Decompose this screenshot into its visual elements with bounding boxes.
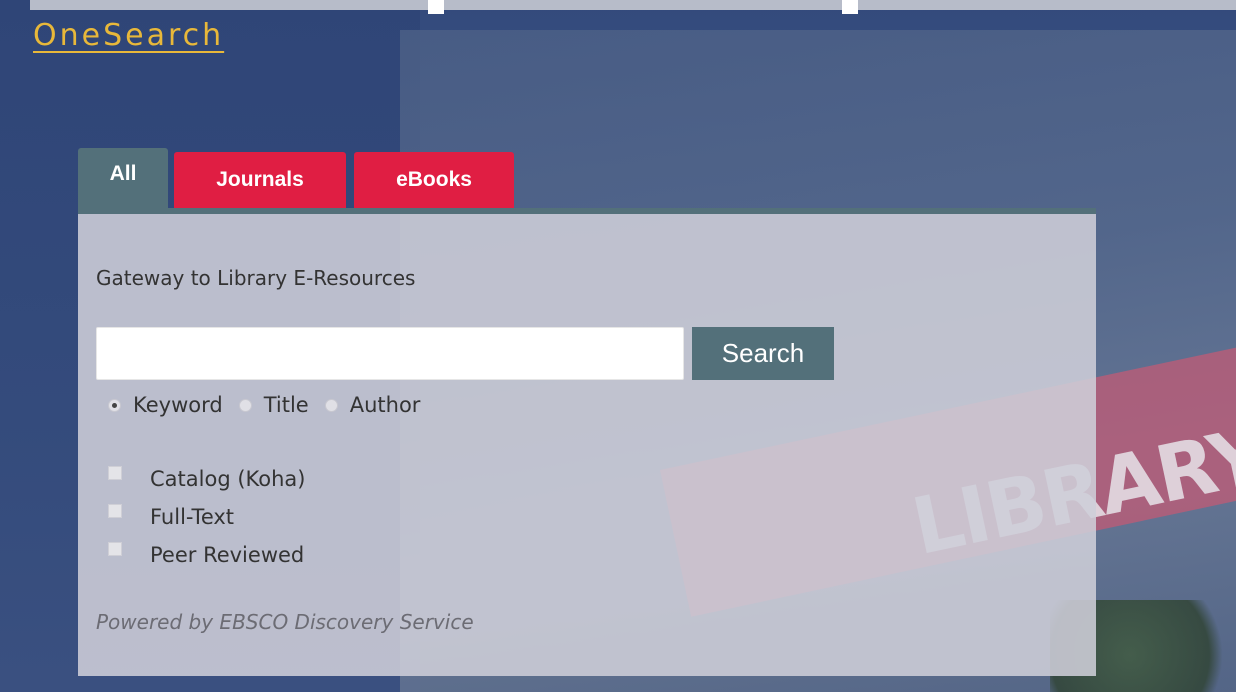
- tab-ebooks[interactable]: eBooks: [354, 152, 514, 208]
- radio-author[interactable]: [324, 398, 338, 412]
- radio-title-label: Title: [263, 393, 309, 417]
- tab-all[interactable]: All: [78, 148, 168, 208]
- top-nav-segment[interactable]: [444, 0, 842, 10]
- checkbox-peer-reviewed-label: Peer Reviewed: [150, 543, 305, 567]
- page: LIBRARY OneSearch All Journals eBooks Ga…: [0, 0, 1236, 692]
- limiter-options: Catalog (Koha) Full-Text Peer Reviewed: [108, 460, 305, 574]
- panel-heading: Gateway to Library E-Resources: [96, 266, 416, 290]
- checkbox-catalog-koha[interactable]: [108, 466, 122, 480]
- top-navigation-strip: [0, 0, 1236, 14]
- search-type-options: Keyword Title Author: [108, 388, 436, 422]
- limiter-item: Peer Reviewed: [108, 536, 305, 574]
- radio-author-label: Author: [349, 393, 421, 417]
- checkbox-full-text-label: Full-Text: [150, 505, 235, 529]
- tab-journals[interactable]: Journals: [174, 152, 346, 208]
- search-input[interactable]: [96, 327, 684, 380]
- radio-title[interactable]: [238, 398, 252, 412]
- checkbox-catalog-koha-label: Catalog (Koha): [150, 467, 306, 491]
- top-nav-divider: [842, 0, 858, 14]
- powered-by-note: Powered by EBSCO Discovery Service: [96, 610, 474, 634]
- top-nav-divider: [428, 0, 444, 14]
- checkbox-full-text[interactable]: [108, 504, 122, 518]
- search-button[interactable]: Search: [692, 327, 834, 380]
- search-panel: Gateway to Library E-Resources Search Ke…: [78, 208, 1096, 676]
- radio-keyword-label: Keyword: [133, 393, 223, 417]
- top-nav-segment[interactable]: [858, 0, 1236, 10]
- limiter-item: Catalog (Koha): [108, 460, 305, 498]
- top-nav-segment[interactable]: [30, 0, 428, 10]
- radio-keyword[interactable]: [108, 398, 121, 412]
- onesearch-link[interactable]: OneSearch: [33, 18, 224, 53]
- checkbox-peer-reviewed[interactable]: [108, 542, 122, 556]
- limiter-item: Full-Text: [108, 498, 305, 536]
